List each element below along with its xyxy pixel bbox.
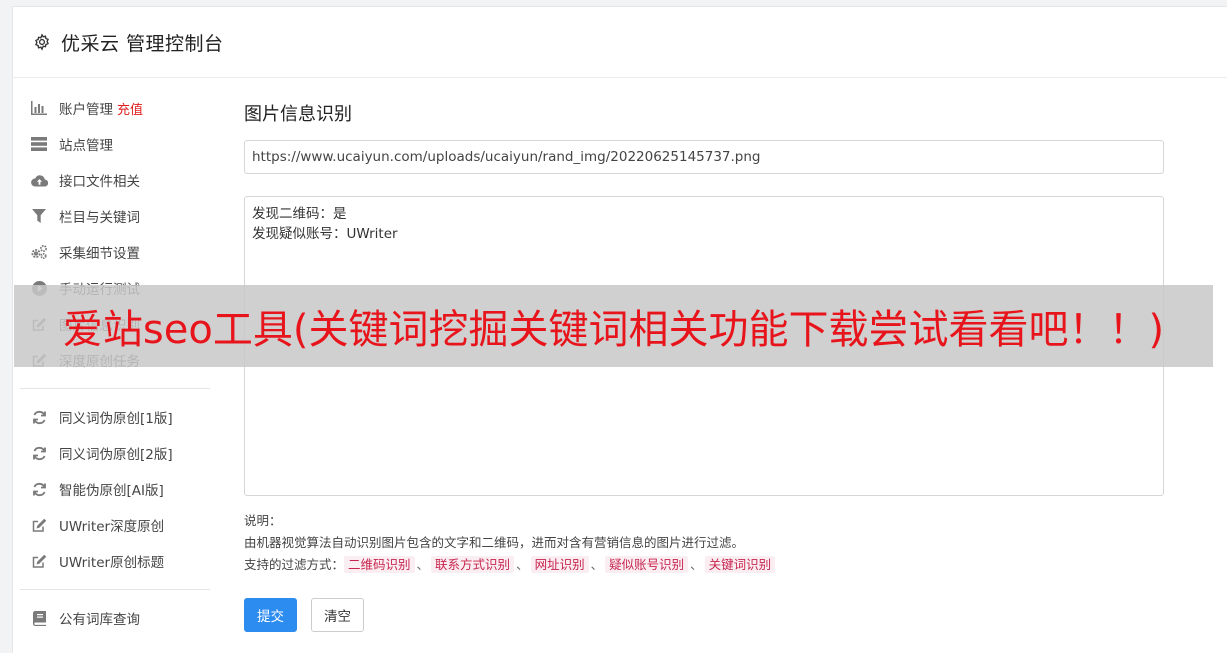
button-group: 提交 清空	[244, 598, 1164, 632]
sidebar-item[interactable]: 账户管理 充值	[20, 90, 210, 126]
server-icon	[30, 135, 48, 153]
refresh-icon	[30, 408, 48, 426]
sidebar-item-label: 同义词伪原创[2版]	[59, 447, 173, 463]
section-title: 图片信息识别	[244, 104, 352, 125]
filter-tag: 二维码识别	[344, 556, 415, 573]
sidebar-item-label: 公有词库查询	[59, 612, 140, 628]
sidebar-item[interactable]: 同义词伪原创[1版]	[20, 399, 210, 435]
filter-tag: 联系方式识别	[431, 556, 515, 573]
sidebar-item[interactable]: 栏目与关键词	[20, 198, 210, 234]
sidebar-item[interactable]: 接口文件相关	[20, 162, 210, 198]
sidebar-item[interactable]: 同义词伪原创[2版]	[20, 435, 210, 471]
filter-tag: 网址识别	[530, 556, 589, 573]
sidebar-item[interactable]: 公有词库查询	[20, 600, 210, 636]
sidebar-item-label: 智能伪原创[AI版]	[59, 483, 164, 499]
filter-separator: 、	[690, 557, 703, 572]
sidebar-item[interactable]: 采集细节设置	[20, 234, 210, 270]
sidebar-item[interactable]: UWriter原创标题	[20, 543, 210, 579]
edit-icon	[30, 516, 48, 534]
sidebar-item[interactable]: 智能伪原创[AI版]	[20, 471, 210, 507]
sidebar-item-label: 账户管理	[59, 102, 113, 118]
sidebar-item-label: UWriter原创标题	[59, 555, 165, 571]
result-line: 发现疑似账号：UWriter	[252, 226, 398, 242]
page-title: 优采云 管理控制台	[61, 32, 224, 55]
sidebar-item-label: 同义词伪原创[1版]	[59, 411, 173, 427]
gear-icon	[33, 33, 51, 51]
filter-icon	[30, 207, 48, 225]
recharge-link[interactable]: 充值	[117, 99, 143, 118]
filter-separator: 、	[590, 557, 604, 572]
sidebar-item[interactable]: 站点管理	[20, 126, 210, 162]
filter-separator: 、	[516, 557, 529, 572]
filter-methods: 支持的过滤方式： 二维码识别、联系方式识别、网址识别、疑似账号识别、关键词识别	[244, 554, 1164, 576]
filter-label: 支持的过滤方式：	[244, 557, 345, 572]
sidebar-item[interactable]: UWriter深度原创	[20, 507, 210, 543]
desc-label: 说明：	[244, 513, 282, 528]
edit-icon	[30, 552, 48, 570]
image-url-input[interactable]	[244, 140, 1164, 174]
watermark-text: 爱站seo工具(关键词挖掘关键词相关功能下载尝试看看吧！！)	[62, 307, 1165, 353]
sidebar-item-label: 站点管理	[59, 138, 113, 154]
watermark-banner: 爱站seo工具(关键词挖掘关键词相关功能下载尝试看看吧！！)	[14, 285, 1213, 367]
filter-tag: 疑似账号识别	[605, 556, 689, 573]
sidebar-item-label: 采集细节设置	[59, 246, 140, 262]
description: 说明： 由机器视觉算法自动识别图片包含的文字和二维码，进而对含有营销信息的图片进…	[244, 510, 1164, 576]
clear-button[interactable]: 清空	[311, 598, 364, 632]
sidebar-item-label: 栏目与关键词	[59, 210, 140, 226]
cogs-icon	[30, 243, 48, 261]
sidebar-item-label: 接口文件相关	[59, 174, 140, 190]
book-icon	[30, 609, 48, 627]
cloud-upload-icon	[30, 171, 48, 189]
sidebar-item-label: UWriter深度原创	[59, 519, 165, 535]
sidebar-divider	[20, 388, 210, 389]
filter-tag: 关键词识别	[704, 556, 776, 573]
submit-button[interactable]: 提交	[244, 598, 297, 632]
sidebar-divider	[20, 589, 210, 590]
result-line: 发现二维码：是	[252, 206, 347, 222]
refresh-icon	[30, 444, 48, 462]
desc-text: 由机器视觉算法自动识别图片包含的文字和二维码，进而对含有营销信息的图片进行过滤。	[244, 535, 745, 550]
refresh-icon	[30, 480, 48, 498]
header: 优采云 管理控制台	[13, 7, 1227, 78]
bar-chart-icon	[30, 99, 48, 117]
filter-separator: 、	[416, 557, 430, 572]
